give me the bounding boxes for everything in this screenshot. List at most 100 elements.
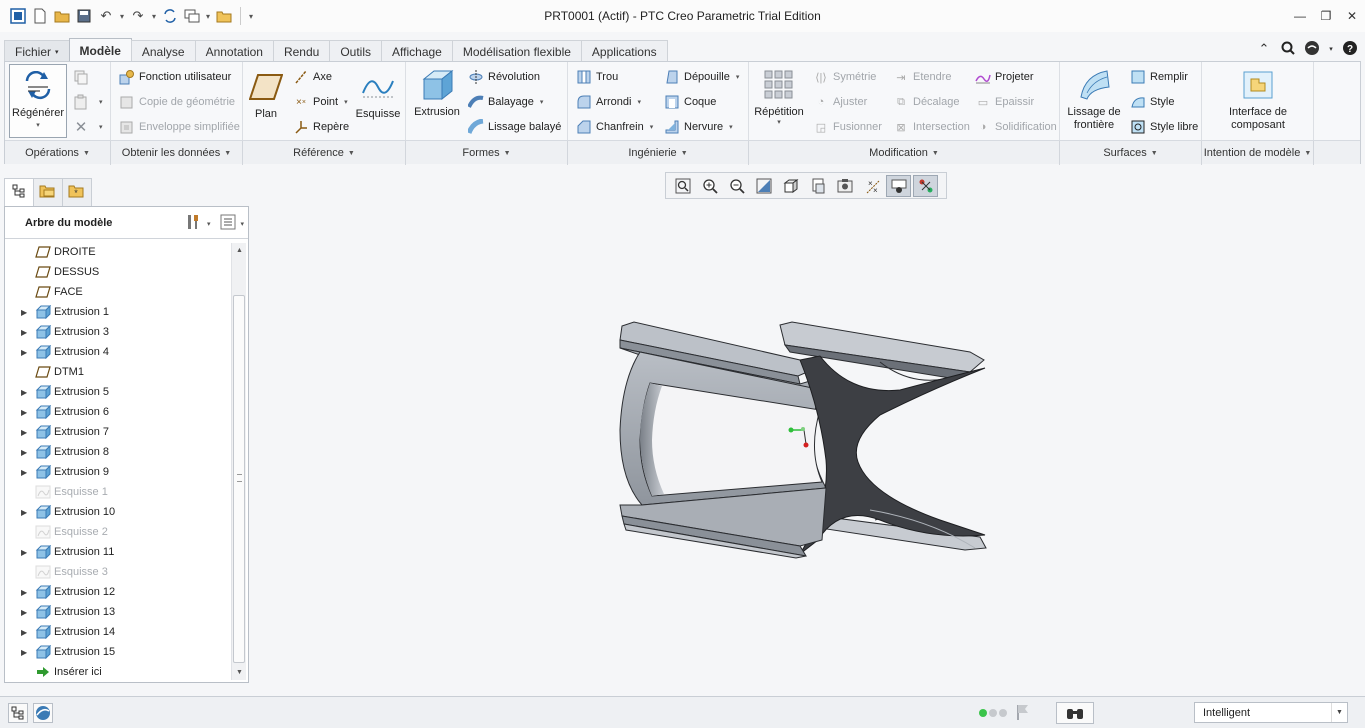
app-logo-icon[interactable]: [8, 6, 28, 26]
group-footer-datum[interactable]: Référence ▼: [243, 141, 406, 165]
tree-item[interactable]: Esquisse 1: [5, 482, 230, 502]
expand-arrow-icon[interactable]: ▶: [21, 328, 27, 337]
expand-arrow-icon[interactable]: ▶: [21, 508, 27, 517]
tab-flexible-modeling[interactable]: Modélisation flexible: [451, 40, 582, 62]
tree-item[interactable]: ▶ Extrusion 9: [5, 462, 230, 482]
expand-arrow-icon[interactable]: ▶: [21, 308, 27, 317]
tree-item[interactable]: Insérer ici: [5, 662, 230, 682]
delete-button[interactable]: ✕ ▾: [73, 118, 103, 136]
zoom-in-icon[interactable]: [697, 175, 722, 197]
tree-item[interactable]: ▶ Extrusion 4: [5, 342, 230, 362]
graphics-viewport[interactable]: [252, 200, 1362, 690]
tree-item[interactable]: ▶ Extrusion 15: [5, 642, 230, 662]
component-interface-button[interactable]: Interface de composant: [1216, 68, 1300, 132]
paste-button[interactable]: ▾: [73, 93, 103, 111]
point-button[interactable]: × × Point ▾: [293, 93, 348, 111]
tree-item[interactable]: ▶ Extrusion 14: [5, 622, 230, 642]
group-footer-surfaces[interactable]: Surfaces ▼: [1060, 141, 1202, 165]
chamfer-button[interactable]: Chanfrein ▾: [576, 118, 653, 136]
settings-dropdown-icon[interactable]: ▾: [207, 220, 211, 228]
toggle-navigator-icon[interactable]: [8, 703, 28, 723]
message-flag-icon[interactable]: [1015, 703, 1031, 724]
group-footer-editing[interactable]: Modification ▼: [749, 141, 1060, 165]
tree-item[interactable]: DESSUS: [5, 262, 230, 282]
freestyle-button[interactable]: Style libre: [1130, 118, 1198, 136]
rib-button[interactable]: Nervure ▾: [664, 118, 733, 136]
undo-icon[interactable]: ↶: [96, 6, 116, 26]
swept-blend-button[interactable]: Lissage balayé: [468, 118, 561, 136]
tab-analysis[interactable]: Analyse: [130, 40, 196, 62]
group-footer-operations[interactable]: Opérations ▼: [5, 141, 111, 165]
regenerate-small-icon[interactable]: [160, 6, 180, 26]
tree-item[interactable]: FACE: [5, 282, 230, 302]
open-folder-icon[interactable]: [52, 6, 72, 26]
expand-arrow-icon[interactable]: ▶: [21, 448, 27, 457]
style-button[interactable]: Style: [1130, 93, 1174, 111]
tab-applications[interactable]: Applications: [580, 40, 668, 62]
expand-arrow-icon[interactable]: ▶: [21, 588, 27, 597]
tree-item[interactable]: Esquisse 2: [5, 522, 230, 542]
user-feature-button[interactable]: Fonction utilisateur: [119, 68, 231, 86]
expand-arrow-icon[interactable]: ▶: [21, 428, 27, 437]
annotation-display-icon[interactable]: [886, 174, 911, 197]
extrude-button[interactable]: Extrusion: [412, 68, 462, 118]
group-footer-get-data[interactable]: Obtenir les données ▼: [111, 141, 243, 165]
tab-view[interactable]: Affichage: [381, 40, 453, 62]
project-button[interactable]: Projeter: [975, 68, 1034, 86]
tree-item[interactable]: Esquisse 3: [5, 562, 230, 582]
undo-dropdown-icon[interactable]: ▾: [118, 6, 126, 26]
community-icon[interactable]: [1303, 40, 1321, 59]
group-footer-engineering[interactable]: Ingénierie ▼: [568, 141, 749, 165]
expand-arrow-icon[interactable]: ▶: [21, 608, 27, 617]
axis-button[interactable]: Axe: [293, 68, 332, 86]
saved-orientations-icon[interactable]: [778, 175, 803, 197]
tree-item[interactable]: ▶ Extrusion 7: [5, 422, 230, 442]
hole-button[interactable]: Trou: [576, 68, 618, 86]
tree-item[interactable]: ▶ Extrusion 1: [5, 302, 230, 322]
display-style-icon[interactable]: [832, 175, 857, 197]
minimize-icon[interactable]: —: [1287, 0, 1313, 32]
spin-center-icon[interactable]: [913, 174, 938, 197]
scroll-thumb[interactable]: [233, 295, 245, 663]
search-icon[interactable]: [1279, 41, 1297, 58]
copy-button[interactable]: [73, 68, 93, 86]
windows-icon[interactable]: [182, 6, 202, 26]
shell-button[interactable]: Coque: [664, 93, 716, 111]
help-icon[interactable]: ?: [1341, 40, 1359, 59]
round-button[interactable]: Arrondi ▾: [576, 93, 641, 111]
selection-filter-select[interactable]: Intelligent ▼: [1194, 702, 1348, 723]
sketch-button[interactable]: Esquisse: [355, 70, 401, 120]
expand-arrow-icon[interactable]: ▶: [21, 548, 27, 557]
minimize-ribbon-icon[interactable]: ⌃: [1255, 41, 1273, 57]
sweep-button[interactable]: Balayage ▾: [468, 93, 543, 111]
tab-favorites[interactable]: *: [62, 178, 92, 206]
redo-dropdown-icon[interactable]: ▾: [150, 6, 158, 26]
zoom-out-icon[interactable]: [724, 175, 749, 197]
revolve-button[interactable]: Révolution: [468, 68, 540, 86]
save-icon[interactable]: [74, 6, 94, 26]
find-icon[interactable]: [1056, 702, 1094, 724]
settings-tools-icon[interactable]: [185, 213, 203, 234]
solidify-button[interactable]: ◑ Solidification: [975, 118, 1057, 136]
close-icon[interactable]: ✕: [1339, 0, 1365, 32]
show-options-icon[interactable]: [220, 214, 236, 233]
expand-arrow-icon[interactable]: ▶: [21, 408, 27, 417]
model-tree-scrollbar[interactable]: ▲ ▼: [231, 243, 246, 680]
tree-item[interactable]: ▶ Extrusion 12: [5, 582, 230, 602]
fill-button[interactable]: Remplir: [1130, 68, 1188, 86]
refit-icon[interactable]: [670, 175, 695, 197]
tree-item[interactable]: ▶ Extrusion 8: [5, 442, 230, 462]
new-file-icon[interactable]: [30, 6, 50, 26]
trim-button[interactable]: ◔ Ajuster: [813, 93, 868, 111]
tree-item[interactable]: ▶ Extrusion 10: [5, 502, 230, 522]
tab-model-tree[interactable]: [4, 178, 34, 206]
datum-display-icon[interactable]: × ×: [859, 175, 884, 197]
tree-item[interactable]: ▶ Extrusion 11: [5, 542, 230, 562]
csys-button[interactable]: Repère: [293, 118, 349, 136]
copy-geometry-button[interactable]: Copie de géométrie: [119, 93, 235, 111]
draft-button[interactable]: Dépouille ▾: [664, 68, 739, 86]
mirror-button[interactable]: ⟨|⟩ Symétrie: [813, 68, 876, 86]
browser-icon[interactable]: [33, 703, 53, 723]
scroll-down-icon[interactable]: ▼: [232, 665, 247, 680]
expand-arrow-icon[interactable]: ▶: [21, 388, 27, 397]
